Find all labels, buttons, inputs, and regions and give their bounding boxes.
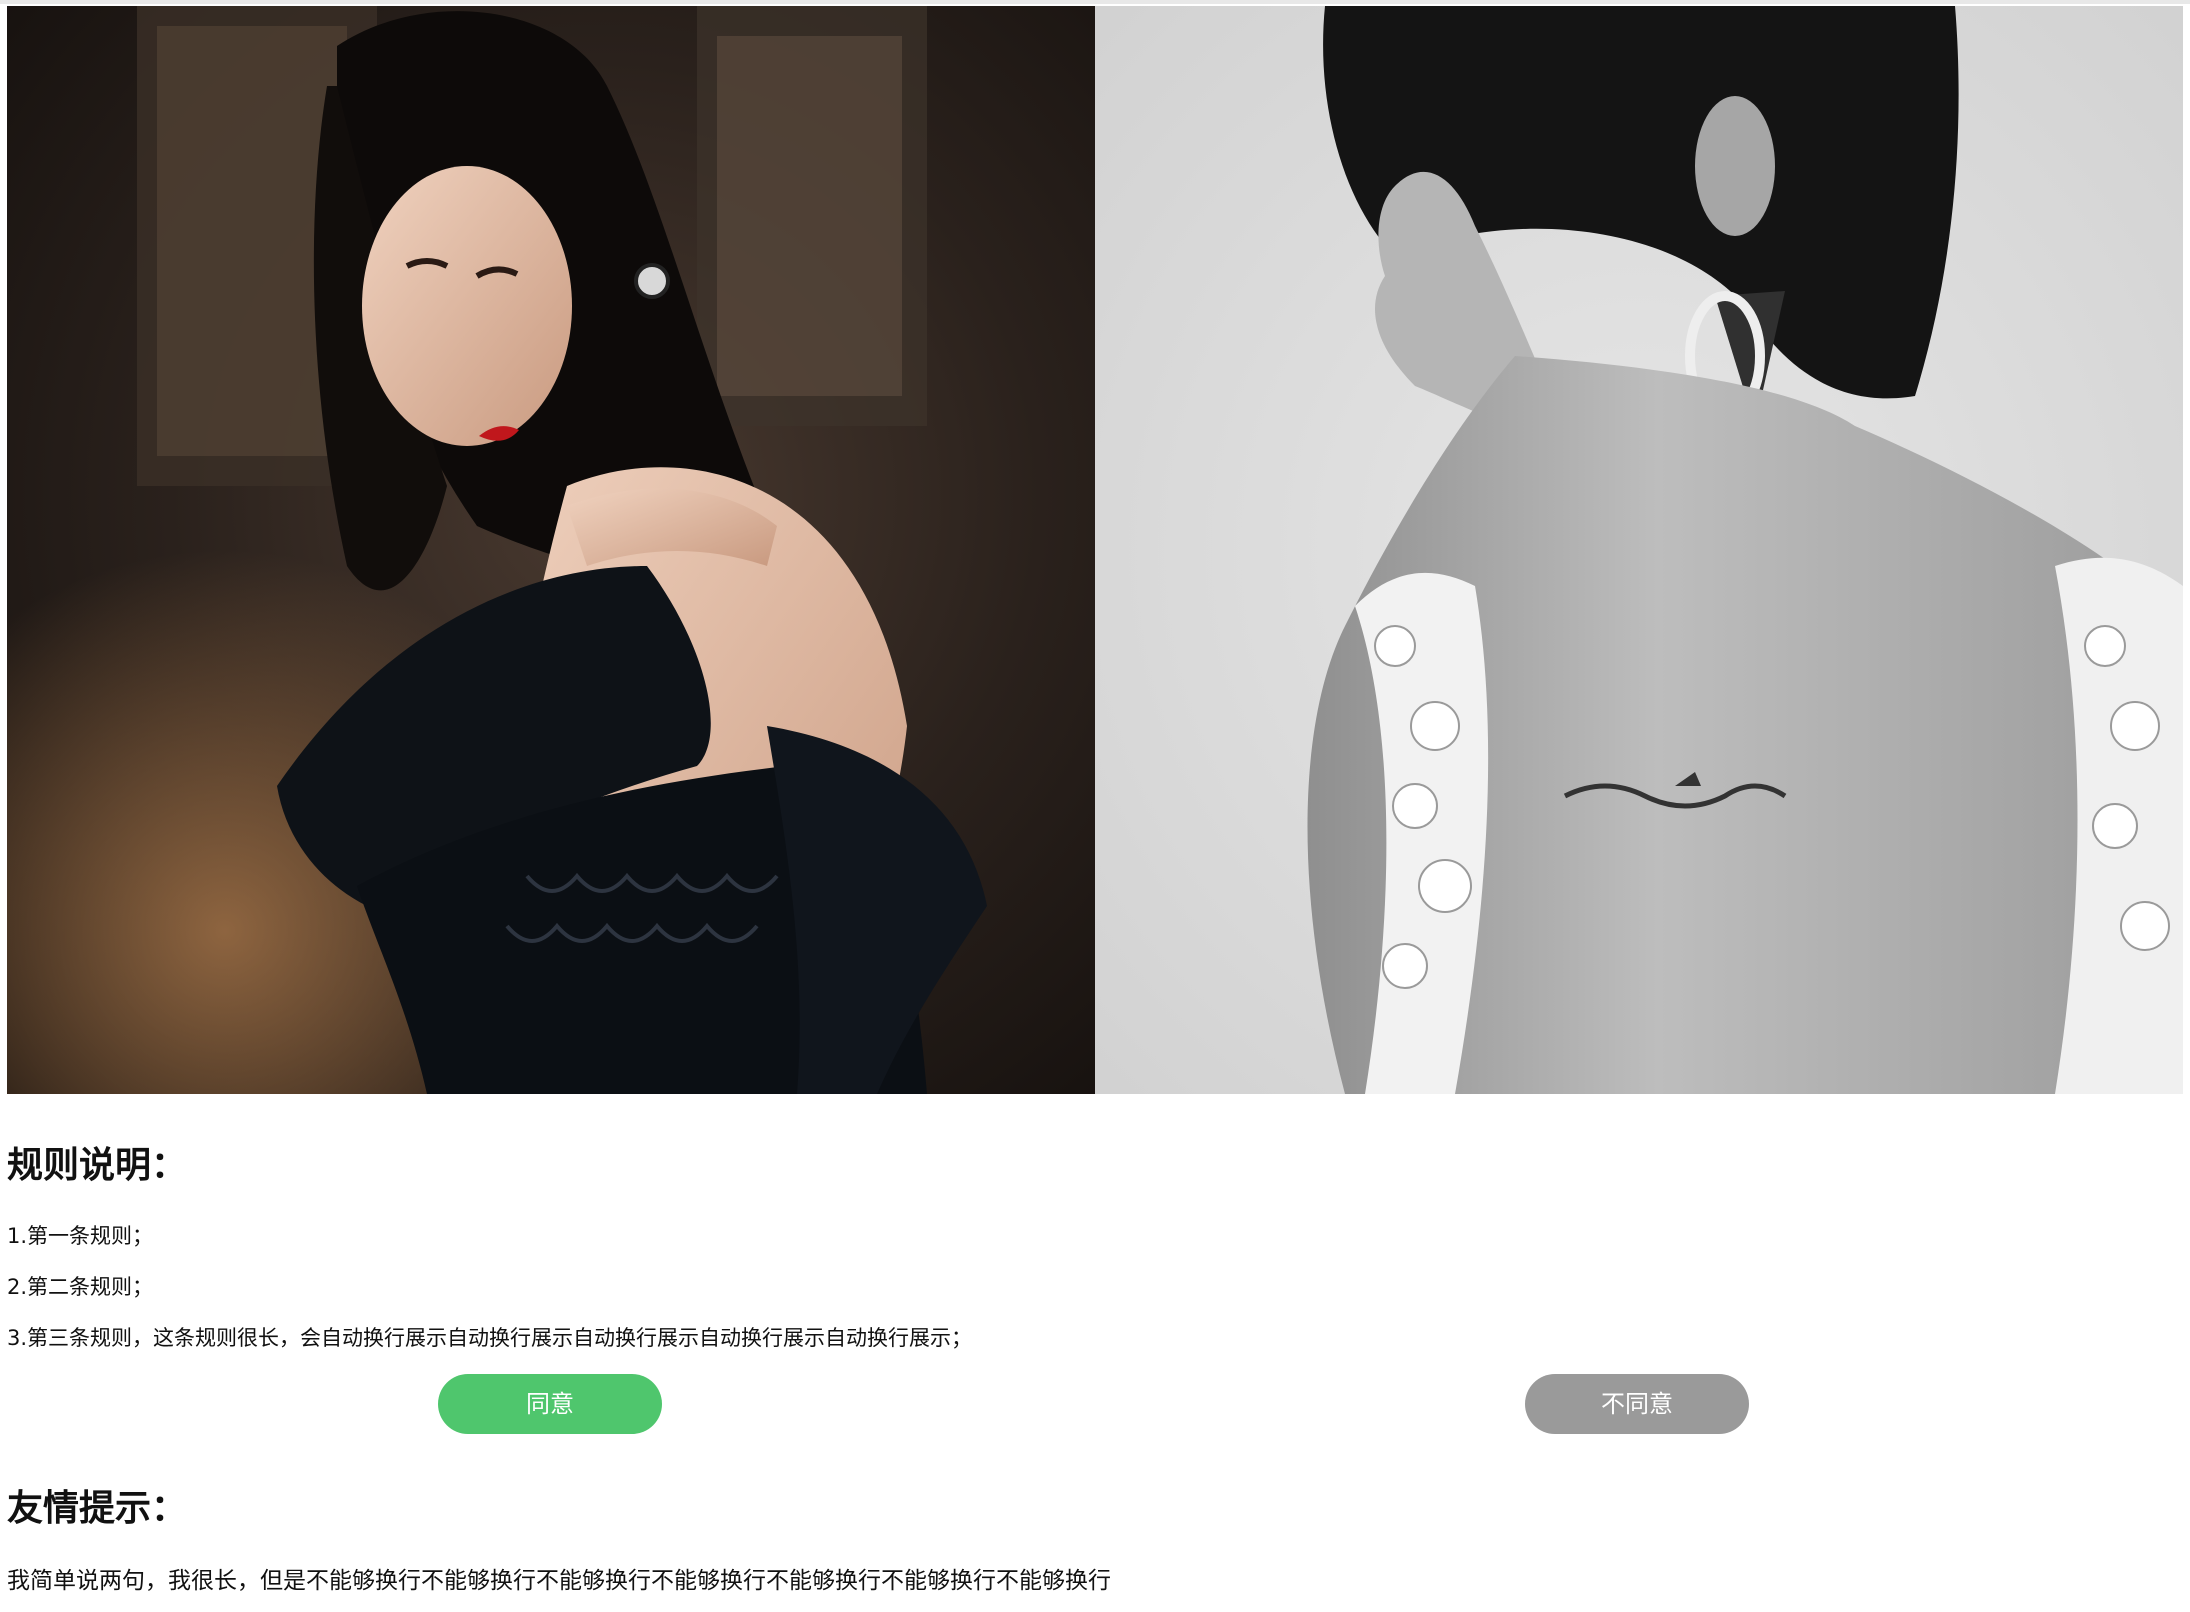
disagree-button[interactable]: 不同意: [1525, 1374, 1749, 1434]
top-divider: [0, 0, 2190, 4]
tips-heading: 友情提示：: [7, 1488, 188, 1529]
rule-item-1: 1.第一条规则；: [7, 1224, 154, 1248]
agree-button[interactable]: 同意: [438, 1374, 662, 1434]
tips-text: 我简单说两句，我很长，但是不能够换行不能够换行不能够换行不能够换行不能够换行不能…: [7, 1568, 1111, 1594]
photo-woman-lace-back: [1095, 6, 2183, 1094]
rules-heading: 规则说明：: [7, 1145, 188, 1186]
rule-item-3: 3.第三条规则，这条规则很长，会自动换行展示自动换行展示自动换行展示自动换行展示…: [7, 1326, 973, 1350]
photo-gallery: [7, 6, 2183, 1094]
photo-woman-black-dress: [7, 6, 1095, 1094]
rule-item-2: 2.第二条规则；: [7, 1275, 154, 1299]
